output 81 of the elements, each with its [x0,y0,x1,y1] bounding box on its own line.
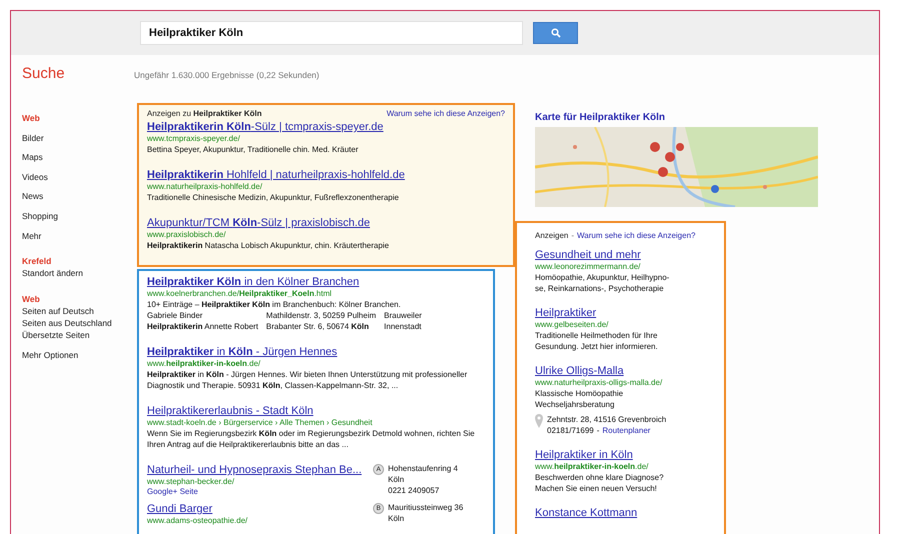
nav-link[interactable]: Mehr [22,230,42,241]
nav-link[interactable]: Bilder [22,132,44,143]
ad-title-link[interactable]: Konstance Kottmann [535,506,638,520]
address-line: Köln [388,474,406,485]
filter-heading: Web [22,294,40,304]
ad-text-line: Wechseljahrsberatung [535,399,614,410]
ad-title-link[interactable]: Akupunktur/TCM Köln-Sülz | praxislobisch.de [147,216,370,230]
ad-title-link[interactable]: Gesundheit und mehr [535,248,641,262]
ad-url: www.naturheilpraxis-hohlfeld.de/ [147,182,262,192]
table-cell: Innenstadt [384,321,422,332]
ad-description: Bettina Speyer, Akupunktur, Traditionelle chin. Med. Kräuter [147,144,358,155]
result-snippet: Heilpraktiker in Köln - Jürgen Hennes. Wir bieten Ihnen Unterstützung mit professioneller Diagnostik und Therapie. 50931 Köln, Classen-Kappelmann-Str. 32, ... [147,369,468,391]
why-ads-link[interactable]: Warum sehe ich diese Anzeigen? [577,231,696,240]
map-title-link[interactable]: Karte für Heilpraktiker Köln [535,112,666,123]
result-title-link[interactable]: Naturheil- und Hypnosepraxis Stephan Be... [147,463,362,477]
ad-url: www.heilpraktiker-in-koeln.de/ [535,462,648,472]
ad-url: www.gelbeseiten.de/ [535,320,608,330]
ad-text-line: se, Reinkarnations-, Psychotherapie [535,283,664,294]
ads-label: Anzeigen [535,231,568,240]
address-line: Köln [388,513,406,524]
nav-link[interactable]: Web [22,113,40,123]
location-pin-icon [535,414,543,428]
result-url: www.stadt-koeln.de › Bürgerservice › Alle Themen › Gesundheit [147,418,372,428]
ads-heading: Anzeigen zu Heilpraktiker Köln [147,109,262,118]
result-url: www.adams-osteopathie.de/ [147,516,248,526]
ad-title-link[interactable]: Heilpraktikerin Hohlfeld | naturheilpraxis-hohlfeld.de [147,168,405,182]
search-icon [550,28,560,38]
why-ads-link[interactable]: Warum sehe ich diese Anzeigen? [386,109,505,118]
result-url: www.koelnerbranchen.de/Heilpraktiker_Koeln.html [147,289,332,299]
filter-link[interactable]: Seiten auf Deutsch [22,306,94,316]
ad-url: www.praxislobisch.de/ [147,230,226,240]
ad-text-line: Gesundung. Jetzt hier informieren. [535,341,658,352]
result-snippet: Wenn Sie im Regierungsbezirk Köln oder im Regierungsbezirk Detmold wohnen, richten Sie Ihren Antrag auf die Heilpraktikererlaubnis bitte an das ... [147,428,476,450]
ad-url: www.naturheilpraxis-olligs-malla.de/ [535,378,662,388]
ad-text-line: Traditionelle Heilmethoden für Ihre [535,330,658,341]
address-line: Mauritiussteinweg 36 [388,502,464,513]
page-title: Suche [21,65,66,82]
google-plus-link[interactable]: Google+ Seite [147,487,198,496]
more-options-link[interactable]: Mehr Optionen [22,350,78,360]
ad-title-link[interactable]: Heilpraktikerin Köln-Sülz | tcmpraxis-speyer.de [147,120,384,134]
nav-link[interactable]: Maps [22,152,43,162]
ad-url: www.leonorezimmermann.de/ [535,262,640,272]
nav-link[interactable]: News [22,191,44,202]
ad-text-line: Homöopathie, Akupunktur, Heilhypno- [535,272,670,283]
filter-link[interactable]: Übersetzte Seiten [22,330,90,340]
table-cell: Mathildenstr. 3, 50259 Pulheim [266,310,376,321]
ad-title-link[interactable]: Ulrike Olligs-Malla [535,364,624,378]
result-snippet: 10+ Einträge – Heilpraktiker Köln im Branchenbuch: Kölner Branchen. [147,299,401,310]
ad-url: www.tcmpraxis-speyer.de/ [147,134,240,144]
ad-title-link[interactable]: Heilpraktiker in Köln [535,448,633,462]
table-cell-text: Brabanter Str. 6, 50674 Köln [266,321,370,332]
ad-text-line: Klassische Homöopathie [535,388,624,399]
phone-number: 02181/71699 [547,425,594,436]
result-title-link[interactable]: Gundi Barger [147,502,212,516]
ad-description: Traditionelle Chinesische Medizin, Akupunktur, Fußreflexzonentherapie [147,192,399,203]
result-url: www.heilpraktiker-in-koeln.de/ [147,359,260,369]
result-url: www.stephan-becker.de/ [147,477,234,487]
nav-link[interactable]: Shopping [22,210,58,221]
address-line: Zehntstr. 28, 41516 Grevenbroich [547,414,666,425]
address-line: Hohenstaufenring 4 [388,463,458,474]
address-line: 0221 2409057 [388,485,440,496]
result-title-link[interactable]: Heilpraktikererlaubnis - Stadt Köln [147,404,314,418]
separator: - [571,231,574,240]
ad-text-line: Beschwerden ohne klare Diagnose? [535,472,664,483]
filter-link[interactable]: Seiten aus Deutschland [22,318,112,328]
search-field[interactable]: Heilpraktiker Köln [140,21,523,45]
route-planner-link[interactable]: Routenplaner [602,426,650,435]
nav-link[interactable]: Videos [22,172,48,182]
ad-description: Heilpraktikerin Natascha Lobisch Akupunktur, chin. Kräutertherapie [147,240,389,251]
table-cell: Brauweiler [384,310,422,321]
result-stats: Ungefähr 1.630.000 Ergebnisse (0,22 Sekunden) [134,70,320,80]
change-location-link[interactable]: Standort ändern [22,268,83,278]
search-button[interactable] [533,22,578,44]
table-cell: Heilpraktikerin Annette Robert [147,321,258,332]
result-title-link[interactable]: Heilpraktiker in Köln - Jürgen Hennes [147,345,338,359]
ad-text-line: Machen Sie einen neuen Versuch! [535,483,657,494]
result-title-link[interactable]: Heilpraktiker Köln in den Kölner Branchen [147,275,360,289]
separator: - [596,425,600,436]
location-heading: Krefeld [22,256,52,266]
table-cell-text: Gabriele Binder [147,310,204,321]
ad-title-link[interactable]: Heilpraktiker [535,306,596,320]
